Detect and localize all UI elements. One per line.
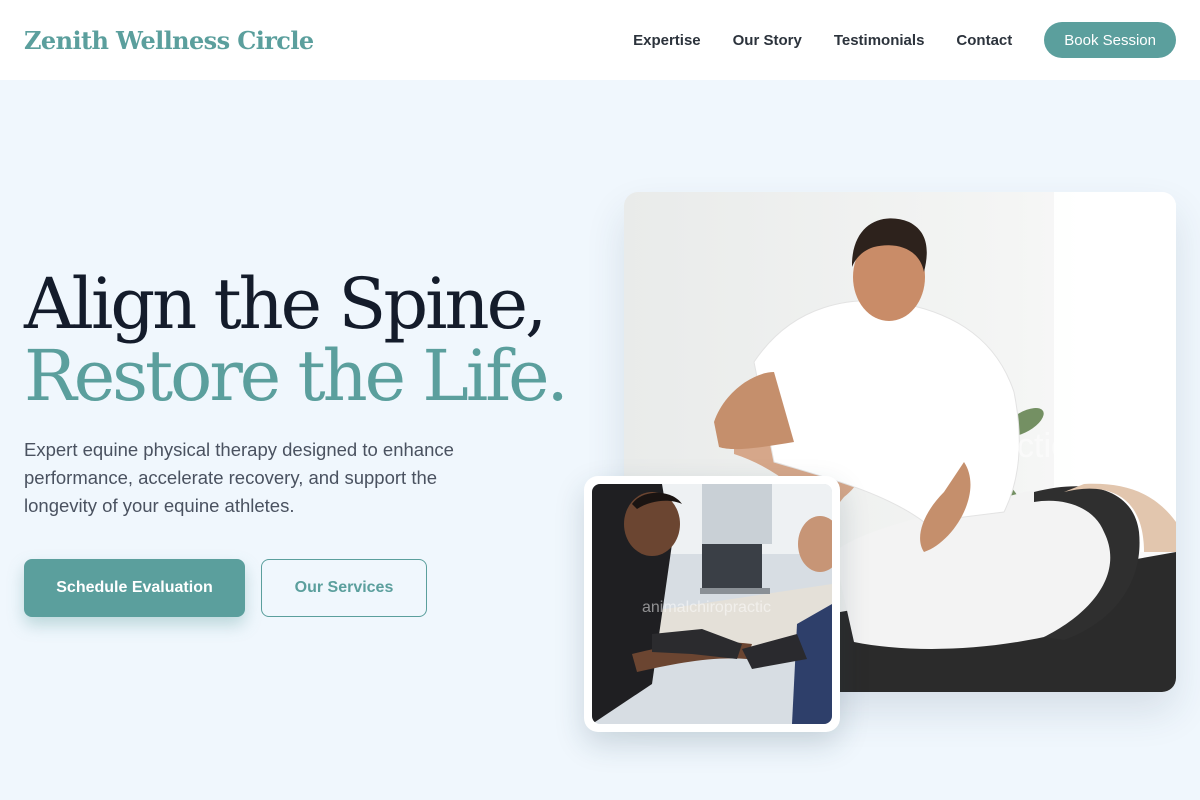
watermark-text: animalchiropractic	[794, 427, 1068, 465]
hero-title-line1: Align the Spine,	[24, 263, 547, 345]
book-session-button[interactable]: Book Session	[1044, 22, 1176, 58]
brand-logo[interactable]: Zenith Wellness Circle	[24, 26, 314, 55]
nav-link-contact[interactable]: Contact	[956, 32, 1012, 49]
our-services-button[interactable]: Our Services	[261, 559, 427, 617]
prosthetic-photo: animalchiropractic	[592, 484, 832, 724]
hero-title: Align the Spine, Restore the Life.	[24, 268, 584, 412]
schedule-evaluation-button[interactable]: Schedule Evaluation	[24, 559, 245, 617]
watermark-small-text: animalchiropractic	[642, 599, 771, 616]
nav-links: Expertise Our Story Testimonials Contact	[633, 32, 1012, 49]
nav-link-expertise[interactable]: Expertise	[633, 32, 701, 49]
top-navbar: Zenith Wellness Circle Expertise Our Sto…	[0, 0, 1200, 80]
prosthetic-photo-card: animalchiropractic	[584, 476, 840, 732]
hero-title-line2: Restore the Life.	[24, 335, 569, 417]
nav-link-testimonials[interactable]: Testimonials	[834, 32, 925, 49]
nav-link-our-story[interactable]: Our Story	[733, 32, 802, 49]
hero-lead: Expert equine physical therapy designed …	[24, 439, 454, 516]
